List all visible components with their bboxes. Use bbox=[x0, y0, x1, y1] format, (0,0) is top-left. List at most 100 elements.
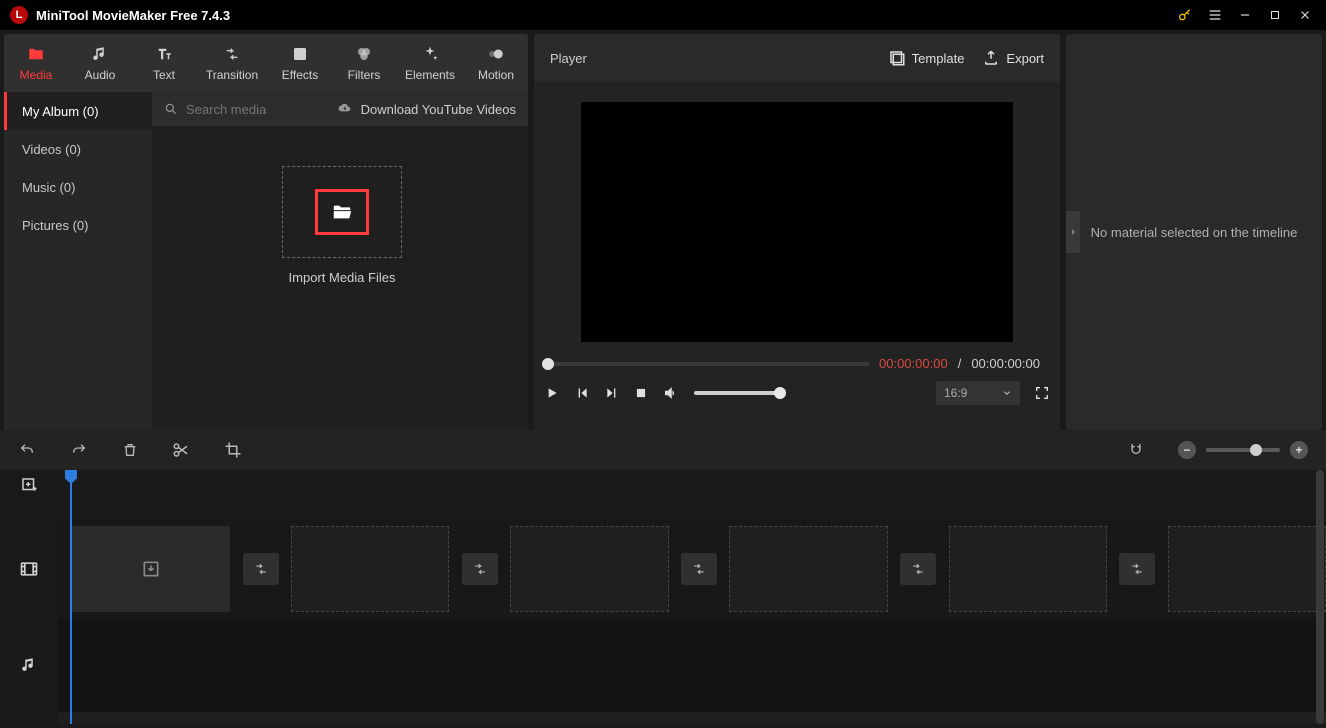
clip-slot[interactable] bbox=[291, 526, 449, 612]
transition-slot[interactable] bbox=[243, 553, 279, 585]
sidebar-item-videos[interactable]: Videos (0) bbox=[4, 130, 152, 168]
window-close-button[interactable] bbox=[1290, 0, 1320, 30]
folder-open-icon bbox=[329, 201, 355, 223]
clip-slot[interactable] bbox=[510, 526, 668, 612]
video-preview bbox=[581, 102, 1013, 342]
audio-track[interactable] bbox=[58, 618, 1326, 712]
tab-label: Filters bbox=[348, 68, 381, 82]
search-icon bbox=[164, 102, 178, 116]
export-icon bbox=[982, 49, 1000, 67]
undo-button[interactable] bbox=[18, 442, 36, 458]
sidebar-item-label: My Album (0) bbox=[22, 104, 99, 119]
upgrade-key-icon[interactable] bbox=[1170, 0, 1200, 30]
timeline-toolbar: − + bbox=[0, 430, 1326, 470]
tab-elements[interactable]: Elements bbox=[396, 34, 464, 92]
media-topbar: Download YouTube Videos bbox=[152, 92, 528, 126]
motion-icon bbox=[487, 44, 505, 64]
play-button[interactable] bbox=[544, 385, 560, 401]
tab-text[interactable]: Text bbox=[132, 34, 196, 92]
sidebar-item-label: Videos (0) bbox=[22, 142, 81, 157]
fullscreen-button[interactable] bbox=[1034, 385, 1050, 401]
aspect-ratio-select[interactable]: 16:9 bbox=[936, 381, 1020, 405]
prev-frame-button[interactable] bbox=[574, 385, 590, 401]
chevron-right-icon bbox=[1069, 226, 1077, 238]
transition-slot[interactable] bbox=[900, 553, 936, 585]
template-label: Template bbox=[912, 51, 965, 66]
tab-motion[interactable]: Motion bbox=[464, 34, 528, 92]
volume-icon[interactable] bbox=[662, 384, 680, 402]
tab-label: Transition bbox=[206, 68, 258, 82]
template-icon bbox=[888, 49, 906, 67]
add-track-button[interactable] bbox=[0, 470, 58, 500]
time-separator: / bbox=[958, 356, 962, 371]
ratio-value: 16:9 bbox=[944, 386, 967, 400]
delete-button[interactable] bbox=[122, 441, 138, 459]
download-youtube-link[interactable]: Download YouTube Videos bbox=[361, 102, 516, 117]
stop-button[interactable] bbox=[634, 386, 648, 400]
clip-slot[interactable] bbox=[1168, 526, 1326, 612]
media-sidebar: My Album (0) Videos (0) Music (0) Pictur… bbox=[4, 92, 152, 430]
magnet-icon[interactable] bbox=[1128, 442, 1144, 458]
effects-icon bbox=[291, 44, 309, 64]
import-label: Import Media Files bbox=[289, 270, 396, 285]
redo-button[interactable] bbox=[70, 442, 88, 458]
media-panel: Media Audio Text Transition Effects Filt… bbox=[4, 34, 528, 430]
timeline-scrollbar[interactable] bbox=[1316, 470, 1324, 724]
tab-label: Audio bbox=[85, 68, 116, 82]
sparkle-icon bbox=[421, 44, 439, 64]
zoom-slider[interactable] bbox=[1206, 448, 1280, 452]
download-placeholder-icon bbox=[141, 559, 161, 579]
transition-icon bbox=[222, 44, 242, 64]
tab-label: Media bbox=[20, 68, 53, 82]
tab-label: Text bbox=[153, 68, 175, 82]
import-media-button[interactable]: Import Media Files bbox=[282, 166, 402, 285]
video-track-icon bbox=[0, 520, 58, 618]
next-frame-button[interactable] bbox=[604, 385, 620, 401]
hamburger-menu-icon[interactable] bbox=[1200, 0, 1230, 30]
seek-slider[interactable] bbox=[544, 362, 869, 366]
tab-strip: Media Audio Text Transition Effects Filt… bbox=[4, 34, 528, 92]
sidebar-item-pictures[interactable]: Pictures (0) bbox=[4, 206, 152, 244]
chevron-down-icon bbox=[1002, 388, 1012, 398]
sidebar-item-music[interactable]: Music (0) bbox=[4, 168, 152, 206]
sidebar-item-myalbum[interactable]: My Album (0) bbox=[4, 92, 152, 130]
export-button[interactable]: Export bbox=[982, 49, 1044, 67]
template-button[interactable]: Template bbox=[888, 49, 965, 67]
timeline-ruler[interactable] bbox=[58, 500, 1326, 520]
transition-slot[interactable] bbox=[1119, 553, 1155, 585]
time-total: 00:00:00:00 bbox=[971, 356, 1040, 371]
filters-icon bbox=[354, 44, 374, 64]
properties-empty-text: No material selected on the timeline bbox=[1091, 225, 1298, 240]
crop-button[interactable] bbox=[224, 441, 242, 459]
search-input[interactable] bbox=[186, 102, 306, 117]
export-label: Export bbox=[1006, 51, 1044, 66]
tab-filters[interactable]: Filters bbox=[332, 34, 396, 92]
sidebar-item-label: Pictures (0) bbox=[22, 218, 88, 233]
text-icon bbox=[154, 44, 174, 64]
tab-label: Effects bbox=[282, 68, 318, 82]
tab-media[interactable]: Media bbox=[4, 34, 68, 92]
zoom-in-button[interactable]: + bbox=[1290, 441, 1308, 459]
audio-track-icon bbox=[0, 618, 58, 712]
zoom-out-button[interactable]: − bbox=[1178, 441, 1196, 459]
timeline: − + bbox=[0, 430, 1326, 724]
video-track[interactable] bbox=[58, 520, 1326, 618]
split-button[interactable] bbox=[172, 441, 190, 459]
transition-slot[interactable] bbox=[681, 553, 717, 585]
transition-slot[interactable] bbox=[462, 553, 498, 585]
clip-slot[interactable] bbox=[949, 526, 1107, 612]
tab-audio[interactable]: Audio bbox=[68, 34, 132, 92]
clip-slot[interactable] bbox=[729, 526, 887, 612]
tab-label: Motion bbox=[478, 68, 514, 82]
tab-effects[interactable]: Effects bbox=[268, 34, 332, 92]
tab-transition[interactable]: Transition bbox=[196, 34, 268, 92]
clip-slot[interactable] bbox=[72, 526, 230, 612]
window-maximize-button[interactable] bbox=[1260, 0, 1290, 30]
folder-icon bbox=[26, 44, 46, 64]
app-logo-icon: L bbox=[10, 6, 28, 24]
collapse-handle[interactable] bbox=[1066, 211, 1080, 253]
window-minimize-button[interactable] bbox=[1230, 0, 1260, 30]
time-current: 00:00:00:00 bbox=[879, 356, 948, 371]
volume-slider[interactable] bbox=[694, 391, 782, 395]
properties-panel: No material selected on the timeline bbox=[1066, 34, 1322, 430]
